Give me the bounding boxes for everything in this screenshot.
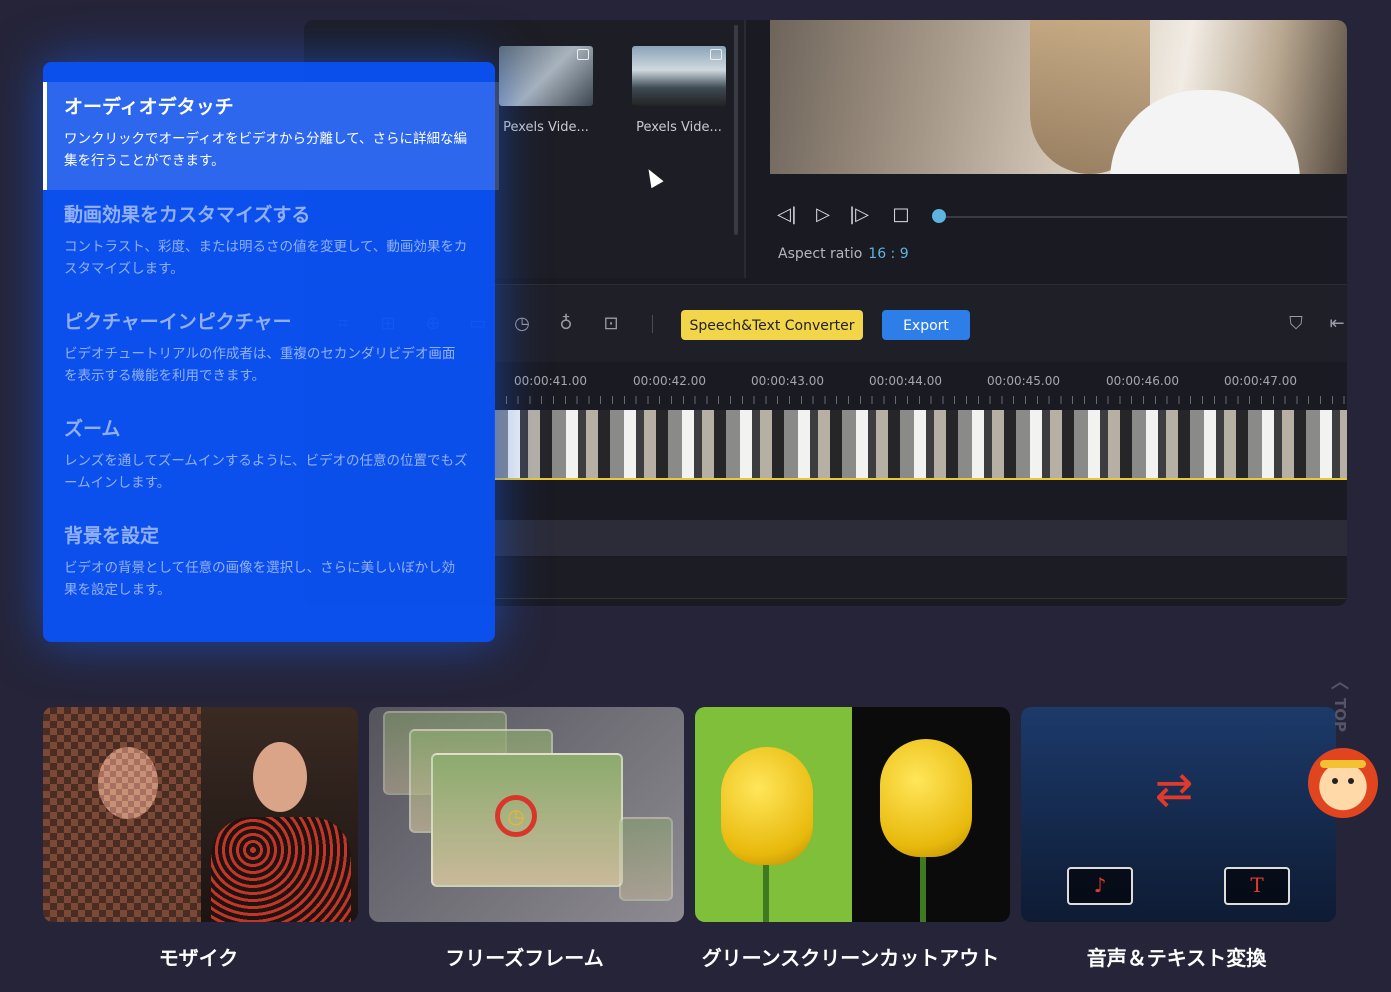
- tick-label: 00:00:44.00: [869, 374, 942, 388]
- feature-item-background[interactable]: 背景を設定 ビデオの背景として任意の画像を選択し、さらに美しいぼかし効果を設定し…: [43, 511, 495, 618]
- back-to-top-button[interactable]: ︿ TOP: [1326, 668, 1354, 748]
- media-item-name: Pexels Vide...: [503, 120, 589, 135]
- next-frame-icon[interactable]: |▷: [848, 204, 870, 226]
- mosaic-half: [43, 707, 201, 922]
- clock-icon[interactable]: ◷: [511, 313, 533, 335]
- speech-text-converter-button[interactable]: Speech&Text Converter: [681, 310, 863, 340]
- seek-handle[interactable]: [932, 209, 946, 223]
- prev-frame-icon[interactable]: ◁|: [776, 204, 798, 226]
- chevron-up-icon: ︿: [1331, 672, 1349, 693]
- feature-item-customize-effects[interactable]: 動画効果をカスタマイズする コントラスト、彩度、または明るさの値を変更して、動画…: [43, 190, 495, 297]
- export-button[interactable]: Export: [882, 310, 970, 340]
- select-box-icon: [577, 49, 589, 60]
- player-controls: ◁| ▷ |▷ □ Aspect ratio 16 : 9: [770, 174, 1347, 284]
- tick-label: 00:00:42.00: [633, 374, 706, 388]
- ruler-ticks: [494, 396, 1347, 404]
- feature-item-audio-detach[interactable]: オーディオデタッチ ワンクリックでオーディオをビデオから分離して、さらに詳細な編…: [43, 82, 499, 190]
- card-speech-text-image[interactable]: ⇄ ♪ T: [1021, 707, 1336, 922]
- feature-title: オーディオデタッチ: [64, 96, 234, 118]
- play-icon[interactable]: ▷: [812, 204, 834, 226]
- tick-label: 00:00:47.00: [1224, 374, 1297, 388]
- stop-icon[interactable]: □: [890, 204, 912, 226]
- rose-stem: [920, 857, 926, 922]
- frame-layer: [619, 817, 673, 901]
- timeline-lane[interactable]: [494, 558, 1347, 599]
- aspect-label: Aspect ratio: [778, 246, 863, 262]
- mascot-eye: [1332, 778, 1338, 784]
- card-label: モザイク: [158, 946, 239, 970]
- tick-label: 00:00:46.00: [1106, 374, 1179, 388]
- card-freeze-frame-image[interactable]: ◷: [369, 707, 684, 922]
- card-label: グリーンスクリーンカットアウト: [701, 946, 1000, 970]
- mouse-cursor-icon: [642, 165, 664, 189]
- screen-record-icon[interactable]: ⊡: [600, 313, 622, 335]
- feature-item-picture-in-picture[interactable]: ピクチャーインピクチャー ビデオチュートリアルの作成者は、重複のセカンダリビデオ…: [43, 297, 495, 404]
- aspect-value[interactable]: 16 : 9: [868, 246, 908, 262]
- microphone-icon[interactable]: ♁: [555, 313, 577, 335]
- tick-label: 00:00:43.00: [751, 374, 824, 388]
- mascot-avatar[interactable]: [1308, 748, 1378, 818]
- seek-bar[interactable]: [935, 216, 1347, 218]
- feature-desc: ワンクリックでオーディオをビデオから分離して、さらに詳細な編集を行うことができま…: [64, 131, 467, 169]
- rose-stem: [763, 857, 769, 922]
- feature-desc: ビデオチュートリアルの作成者は、重複のセカンダリビデオ画面を表示する機能を利用で…: [64, 346, 456, 384]
- mascot-eye: [1348, 778, 1354, 784]
- feature-desc: ビデオの背景として任意の画像を選択し、さらに美しいぼかし効果を設定します。: [64, 560, 456, 598]
- media-scrollbar[interactable]: [734, 25, 738, 235]
- feature-item-zoom[interactable]: ズーム レンズを通してズームインするように、ビデオの任意の位置でもズームインしま…: [43, 404, 495, 511]
- speaker-icon: ♪: [1067, 867, 1133, 905]
- feature-desc: コントラスト、彩度、または明るさの値を変更して、動画効果をカスタマイズします。: [64, 239, 468, 277]
- face: [253, 742, 307, 812]
- aspect-ratio: Aspect ratio 16 : 9: [778, 246, 909, 262]
- tick-label: 00:00:41.00: [514, 374, 587, 388]
- fit-icon[interactable]: ⇤: [1326, 313, 1347, 335]
- card-green-screen-image[interactable]: [695, 707, 1010, 922]
- media-item-name: Pexels Vide...: [636, 120, 722, 135]
- video-preview: [770, 20, 1347, 180]
- card-label: フリーズフレーム: [445, 946, 604, 970]
- tick-label: 00:00:45.00: [987, 374, 1060, 388]
- clear-half: [201, 707, 358, 922]
- convert-arrows-icon: ⇄: [1154, 762, 1194, 816]
- feature-title: 背景を設定: [64, 525, 160, 547]
- feature-desc: レンズを通してズームインするように、ビデオの任意の位置でもズームインします。: [64, 453, 468, 491]
- freeze-clock-icon: ◷: [495, 795, 537, 837]
- text-icon: T: [1224, 867, 1290, 905]
- card-mosaic-image[interactable]: [43, 707, 358, 922]
- face: [98, 747, 158, 819]
- feature-title: ピクチャーインピクチャー: [64, 311, 292, 333]
- mascot-headband: [1320, 760, 1366, 768]
- feature-title: ズーム: [64, 418, 121, 440]
- rose: [880, 739, 972, 857]
- top-label: TOP: [1331, 698, 1349, 732]
- feature-list-panel: オーディオデタッチ ワンクリックでオーディオをビデオから分離して、さらに詳細な編…: [43, 62, 499, 642]
- dress: [211, 817, 351, 922]
- marker-icon[interactable]: ⛉: [1285, 313, 1307, 335]
- select-box-icon: [710, 49, 722, 60]
- toolbar-divider: [652, 315, 653, 333]
- media-thumbnail[interactable]: [499, 46, 593, 106]
- media-thumbnail[interactable]: [632, 46, 726, 106]
- feature-title: 動画効果をカスタマイズする: [64, 204, 311, 226]
- card-label: 音声＆テキスト変換: [1086, 946, 1267, 970]
- rose: [721, 747, 813, 865]
- video-track-clip[interactable]: [494, 410, 1347, 480]
- timeline-lane[interactable]: [494, 520, 1347, 556]
